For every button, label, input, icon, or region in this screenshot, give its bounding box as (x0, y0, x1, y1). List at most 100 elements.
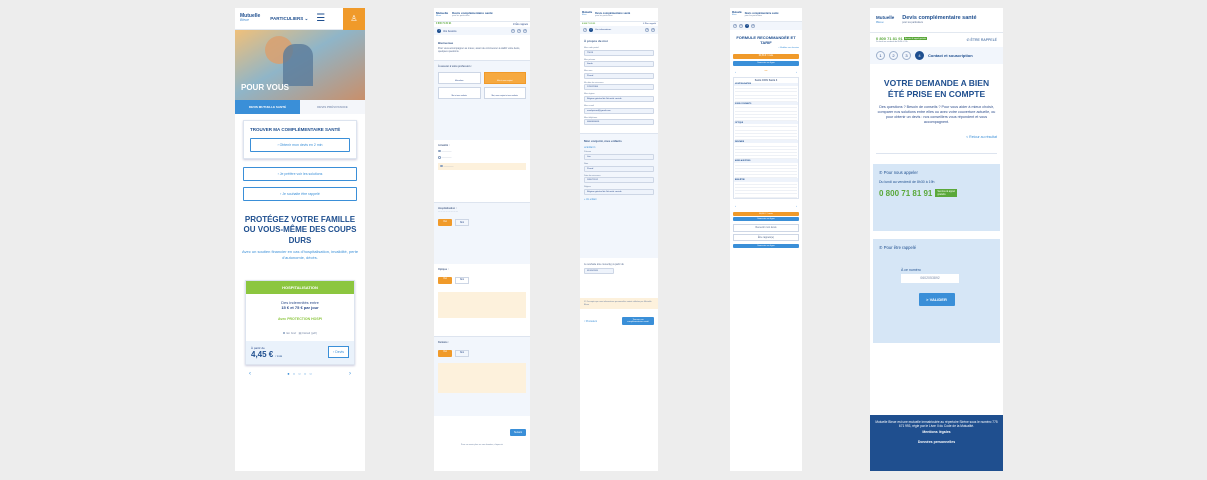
field-input[interactable]: 12/02/1984 (584, 84, 654, 91)
subscribe-button-2[interactable]: Souscrire en ligne (733, 216, 799, 222)
validate-button[interactable]: > VALIDER (918, 292, 955, 306)
q3-yes[interactable]: Oui (438, 349, 452, 357)
screen-home: Mutuelle Bleue PARTICULIERS ⌄ ☰ ♙ POUR VO… (235, 8, 365, 471)
field-input[interactable]: Sarah (584, 61, 654, 68)
option-family[interactable]: Moi, mon conjoint et mes enfants (483, 86, 526, 99)
option-me-spouse[interactable]: Moi et mon conjoint (483, 71, 526, 84)
screen-confirmation: Mutuelle Bleue Devis complémentaire santé… (870, 8, 1003, 471)
devis-button[interactable]: › Devis (328, 346, 349, 359)
call-phone[interactable]: 0 800 71 81 91 (879, 189, 932, 198)
next-icon[interactable]: › (796, 204, 797, 208)
recall-link[interactable]: ✆ Être rappelé (643, 23, 656, 25)
menu-particuliers[interactable]: PARTICULIERS ⌄ (270, 16, 308, 22)
step-label: Vos informations (595, 29, 612, 31)
field-input[interactable]: Régime général de Sécurité sociale (584, 96, 654, 103)
plan-carousel-bottom[interactable]: ‹ › (730, 202, 802, 210)
back-link[interactable]: < Précédent (584, 320, 597, 323)
carousel-prev-icon[interactable]: ‹ (249, 371, 251, 377)
page-subtitle: pour les particuliers (452, 15, 470, 18)
tab-devis-prevoyance[interactable]: DEVIS PRÉVOYANCE (300, 100, 365, 114)
radio-3[interactable] (440, 164, 443, 167)
option-me[interactable]: Moi-même (438, 71, 481, 84)
see-solutions-link[interactable]: › Je préfère voir les solutions (243, 167, 357, 181)
field-input[interactable]: Picard (584, 72, 654, 79)
privacy-link[interactable]: Données personnelles (875, 440, 998, 444)
logo[interactable]: Mutuelle Bleue (436, 12, 448, 18)
phone-icon: ✆ (879, 244, 883, 250)
footer-note[interactable]: Pour en savoir plus sur vos données, cli… (434, 442, 530, 449)
phone-number[interactable]: 0 800 71 81 91 (582, 23, 595, 25)
option-me-children[interactable]: Moi et mes enfants (438, 86, 481, 99)
guarantee-row (735, 194, 797, 198)
q2-no[interactable]: Non (455, 276, 469, 284)
field-input[interactable]: 18/07/2012 (584, 177, 654, 184)
hamburger-icon[interactable]: ☰ (316, 13, 325, 24)
q2-yes[interactable]: Oui (438, 276, 452, 284)
screen-offer: Mutuelle Bleue Devis complémentaire santé… (730, 8, 802, 471)
opt-detail-pdf[interactable]: Détail (pdf) (302, 331, 317, 335)
find-offer-button[interactable]: Trouver ma complémentaire santé (622, 317, 654, 326)
radio-2[interactable] (438, 156, 441, 159)
recall-link[interactable]: ✆ ÊTRE RAPPELÉ (967, 38, 997, 42)
field-input[interactable]: Régime général de Sécurité sociale (584, 188, 654, 195)
child-label[interactable]: ⊖ Enfant 1 (584, 146, 654, 149)
field-input[interactable]: sarahpicard@gmail.com (584, 107, 654, 114)
consent-checkbox[interactable]: ☑ J'accepte que mes informations personn… (580, 298, 658, 310)
get-quote-button[interactable]: › Obtenir mon devis en 2 min (250, 138, 350, 152)
offer-price: 60,66 € / mois (733, 53, 799, 59)
q3-no[interactable]: Non (455, 349, 469, 357)
carousel-dots[interactable]: ● ○ ○ ○ ○ (287, 371, 313, 376)
back-to-result-link[interactable]: < Retour au résultat (870, 125, 1003, 149)
callback-button[interactable]: Être rappelé(e) (733, 233, 799, 241)
headline: PROTÉGEZ VOTRE FAMILLE OU VOUS-MÊME DES … (243, 215, 357, 245)
phone-input[interactable]: 0602053892 (901, 273, 959, 283)
get-quote-button[interactable]: Recevoir mon devis (733, 224, 799, 232)
recall-link[interactable]: ✆ Être rappelé (513, 23, 528, 26)
confirmation-text: Des questions ? Besoin de conseils ? Pou… (877, 104, 996, 124)
opt-en-bref: En bref (286, 330, 297, 335)
step-label: Vos besoins (443, 29, 457, 33)
prev-icon[interactable]: ‹ (735, 204, 736, 208)
subscribe-online-button[interactable]: Souscrire en ligne (733, 243, 799, 249)
field-input[interactable]: Léo (584, 154, 654, 161)
q1-yes[interactable]: Oui (438, 219, 452, 227)
radio-1[interactable] (438, 149, 441, 153)
call-badge: Service & appel gratuits (935, 189, 958, 198)
user-icon[interactable]: ♙ (343, 8, 365, 30)
field-input[interactable]: Picard (584, 165, 654, 172)
family-title: Mon conjoint, mes enfants (584, 139, 622, 144)
legal-link[interactable]: Mentions légales (875, 430, 998, 434)
subscribe-button[interactable]: Souscrire en ligne (733, 60, 799, 66)
phone-number[interactable]: 0 800 71 81 91 (436, 23, 451, 26)
plan-carousel[interactable]: ‹ ● ● › (730, 70, 802, 74)
logo[interactable]: Mutuelle Bleue (876, 16, 894, 24)
add-child-link[interactable]: + Un enfant (584, 198, 654, 201)
field-input[interactable]: 0606060606 (584, 119, 654, 126)
coverage-date-input[interactable]: 01/05/2020 (584, 268, 614, 275)
step-3: 3 (745, 24, 749, 28)
recall-title: Pour être rappelé (883, 244, 917, 250)
q1-no[interactable]: Non (455, 219, 469, 227)
offer-heading: FORMULE RECOMMANDÉE ET TARIF (736, 35, 796, 45)
hero-image: POUR VOUS (235, 30, 365, 100)
field-input[interactable]: 75015 (584, 49, 654, 56)
modify-needs-link[interactable]: < Modifier mes besoins (730, 47, 802, 50)
step-label: Contact et souscription (928, 52, 973, 58)
recall-box: ✆ Pour être rappelé À ce numéro 06020538… (873, 238, 1000, 343)
next-icon[interactable]: › (796, 70, 797, 74)
prev-icon[interactable]: ‹ (735, 70, 736, 74)
step-2: 2 (739, 24, 743, 28)
guarantee-table: Santé 100% Santé 3 HOSPITALISATION SOINS … (733, 76, 799, 199)
logo[interactable]: Mutuelle Bleue (582, 12, 592, 16)
callback-link[interactable]: › Je souhaite être rappelé (243, 187, 357, 201)
hero-title: POUR VOUS (241, 83, 290, 92)
tab-devis-sante[interactable]: DEVIS MUTUELLE SANTÉ (235, 100, 300, 114)
logo[interactable]: Mutuelle Bleue (240, 14, 260, 23)
next-button[interactable]: Suivant (510, 428, 526, 436)
logo[interactable]: Mutuelle Bleue (732, 12, 742, 16)
chevron-down-icon: ⌄ (304, 15, 309, 21)
carousel-next-icon[interactable]: › (349, 371, 351, 377)
step-1: 1 (876, 50, 885, 60)
step-2: 2 (589, 28, 593, 32)
product-card: HOSPITALISATION Des indemnités entre 15 … (245, 279, 355, 365)
